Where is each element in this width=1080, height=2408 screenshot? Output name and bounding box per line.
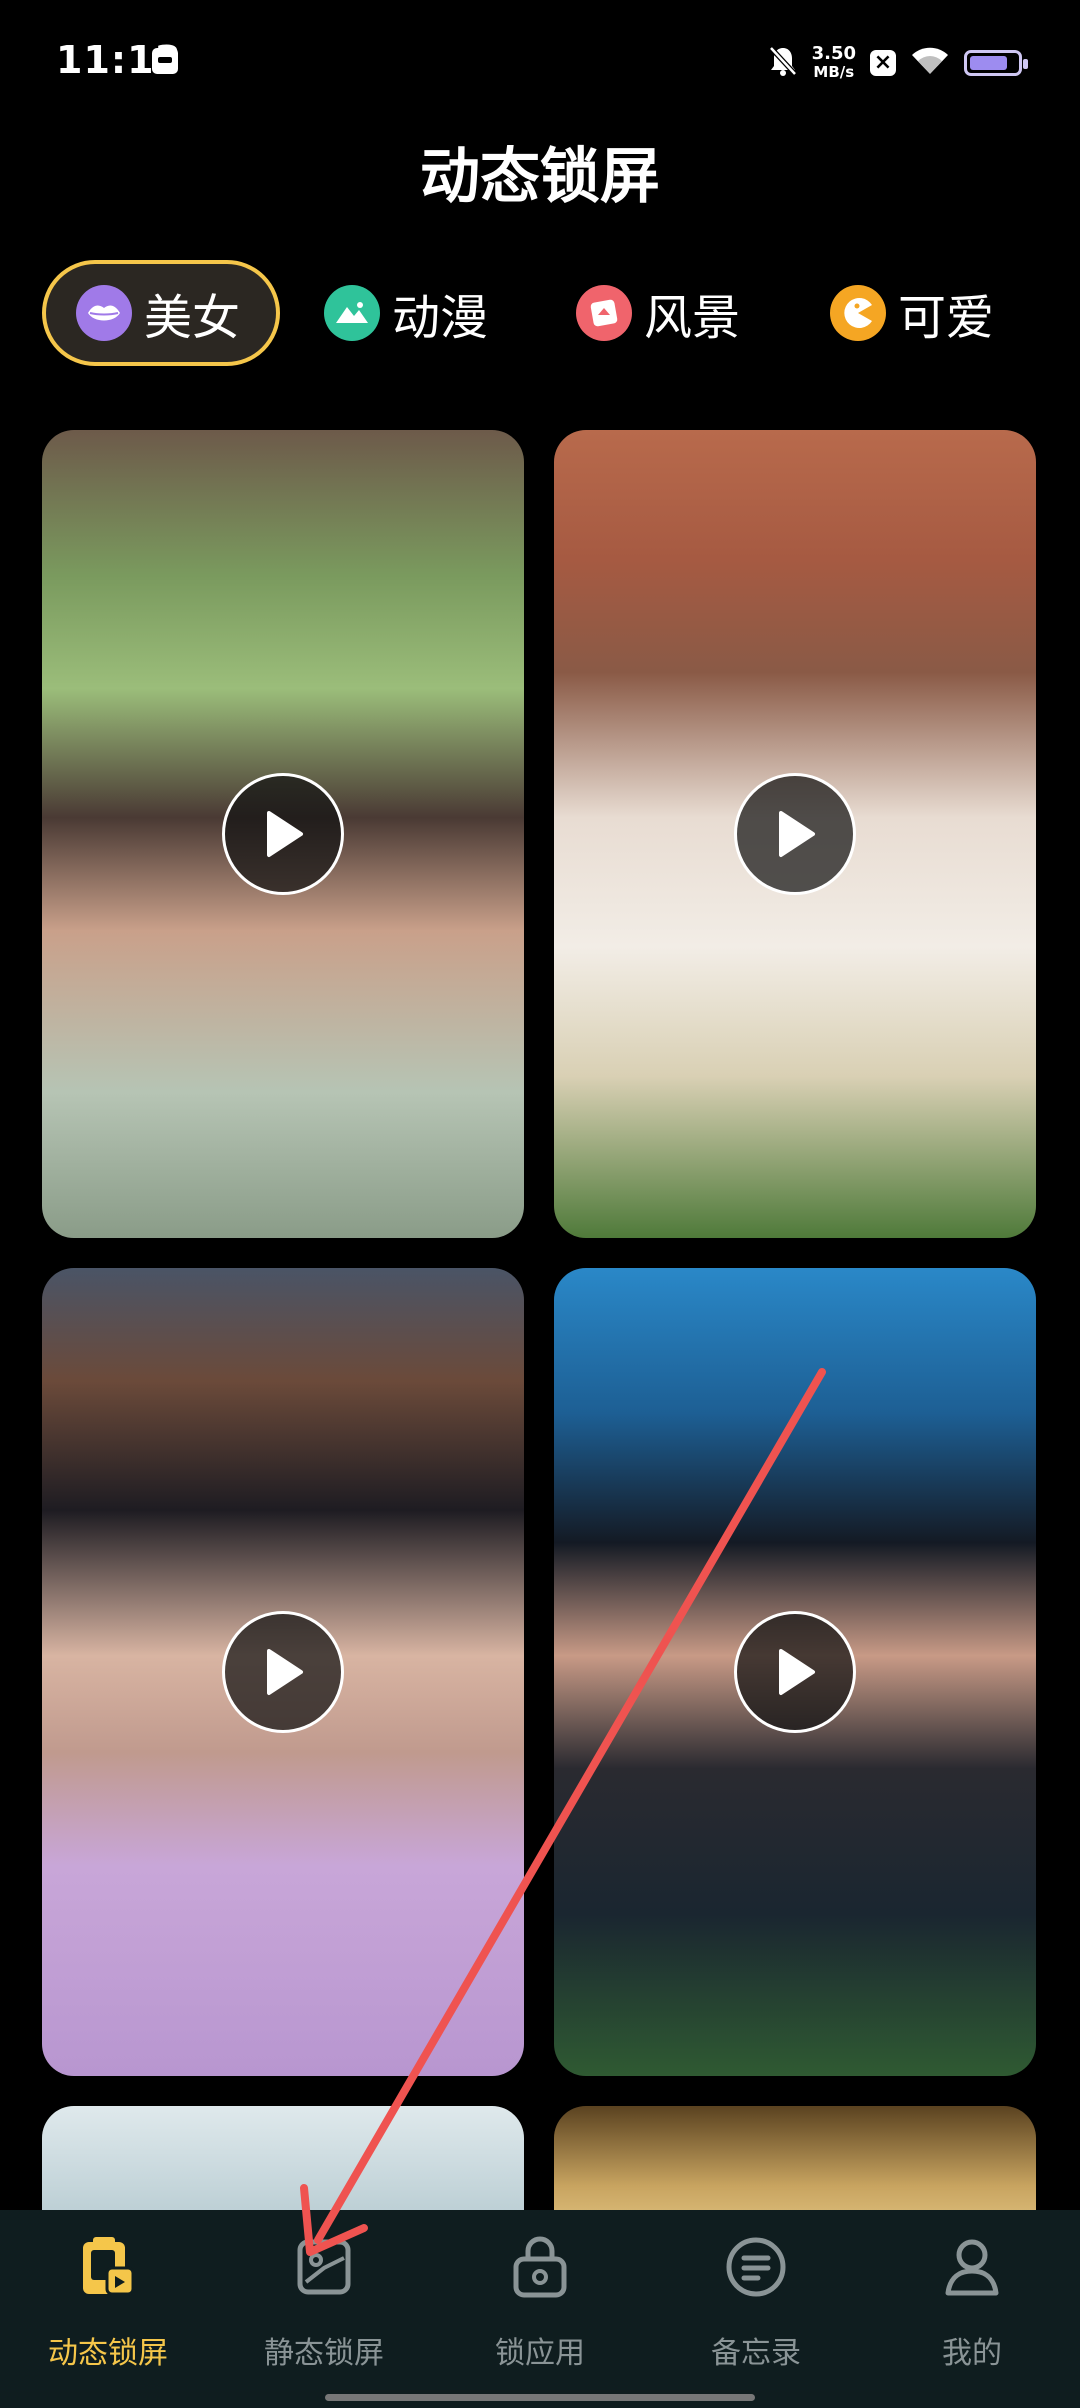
tab-lock-app[interactable]: 锁应用 xyxy=(432,2232,648,2372)
pacman-icon xyxy=(830,285,886,341)
wallpaper-grid xyxy=(42,430,1038,2210)
x-app-icon: × xyxy=(870,50,896,76)
category-label: 美女 xyxy=(144,290,241,346)
tab-label: 我的 xyxy=(942,2336,1002,2371)
category-label: 风景 xyxy=(644,290,741,346)
play-icon[interactable] xyxy=(222,773,344,895)
wallpaper-card[interactable] xyxy=(42,430,524,1238)
wallpaper-card[interactable] xyxy=(554,2106,1036,2210)
category-cute[interactable]: 可爱 xyxy=(830,260,994,366)
lock-app-icon xyxy=(505,2232,575,2302)
mountain-icon xyxy=(324,285,380,341)
play-icon[interactable] xyxy=(734,1611,856,1733)
tab-dynamic-lockscreen[interactable]: 动态锁屏 xyxy=(0,2232,216,2372)
page-title: 动态锁屏 xyxy=(420,142,660,212)
tab-label: 动态锁屏 xyxy=(48,2336,168,2371)
category-tabs: 美女 动漫 风景 可爱 xyxy=(42,260,1052,366)
tab-memo[interactable]: 备忘录 xyxy=(648,2232,864,2372)
category-beauty[interactable]: 美女 xyxy=(42,260,281,366)
status-right-group: 3.50 MB/s × xyxy=(768,38,1028,88)
lips-icon xyxy=(76,285,132,341)
category-scenery[interactable]: 风景 xyxy=(576,260,740,366)
category-label: 可爱 xyxy=(898,290,995,346)
tab-static-lockscreen[interactable]: 静态锁屏 xyxy=(216,2232,432,2372)
wallpaper-card[interactable] xyxy=(554,1268,1036,2076)
bottom-tab-bar: 动态锁屏 静态锁屏 锁应用 备忘录 我的 xyxy=(0,2210,1080,2408)
box-notification-icon xyxy=(152,48,178,74)
memo-icon xyxy=(721,2232,791,2302)
net-speed-value: 3.50 xyxy=(811,43,856,64)
static-lockscreen-icon xyxy=(289,2232,359,2302)
wifi-icon xyxy=(910,46,950,80)
tab-profile[interactable]: 我的 xyxy=(864,2232,1080,2372)
card-icon xyxy=(576,285,632,341)
wallpaper-card[interactable] xyxy=(42,2106,524,2210)
net-speed: 3.50 MB/s xyxy=(811,43,856,82)
bell-muted-icon xyxy=(768,45,798,81)
battery-level xyxy=(970,56,1007,70)
category-label: 动漫 xyxy=(392,290,489,346)
home-indicator xyxy=(325,2394,755,2401)
tab-label: 静态锁屏 xyxy=(264,2336,384,2371)
wallpaper-card[interactable] xyxy=(42,1268,524,2076)
category-anime[interactable]: 动漫 xyxy=(324,260,488,366)
net-speed-unit: MB/s xyxy=(813,63,855,81)
play-icon[interactable] xyxy=(222,1611,344,1733)
dynamic-lockscreen-icon xyxy=(73,2232,143,2302)
tab-label: 备忘录 xyxy=(711,2336,801,2371)
tab-label: 锁应用 xyxy=(495,2336,585,2371)
battery-icon xyxy=(964,50,1028,76)
wallpaper-card[interactable] xyxy=(554,430,1036,1238)
play-icon[interactable] xyxy=(734,773,856,895)
profile-icon xyxy=(937,2232,1007,2302)
status-bar: 11:13 3.50 MB/s × xyxy=(0,0,1080,120)
